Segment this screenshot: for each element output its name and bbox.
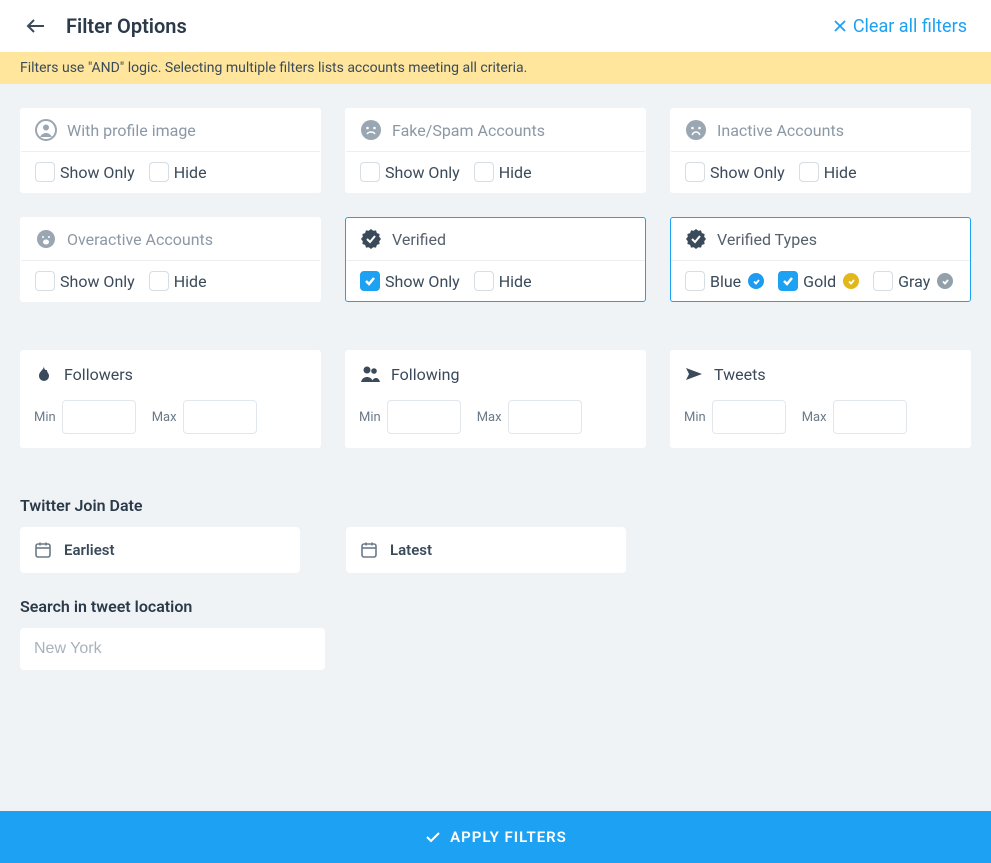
- checkbox-hide[interactable]: Hide: [149, 162, 207, 182]
- latest-label: Latest: [390, 541, 432, 559]
- checkbox-show-only[interactable]: Show Only: [685, 162, 785, 182]
- card-head: Fake/Spam Accounts: [346, 109, 645, 152]
- checkbox-gold[interactable]: Gold: [778, 271, 859, 291]
- location-section-title: Search in tweet location: [0, 573, 991, 628]
- card-head: Overactive Accounts: [21, 218, 320, 261]
- gold-verified-icon: [843, 273, 859, 289]
- checkbox-show-only[interactable]: Show Only: [35, 162, 135, 182]
- card-following: Following Min Max: [345, 350, 646, 448]
- back-arrow-icon[interactable]: [24, 14, 48, 38]
- earliest-date-picker[interactable]: Earliest: [20, 527, 300, 573]
- card-body: Show Only Hide: [346, 261, 645, 301]
- join-date-section-title: Twitter Join Date: [0, 472, 991, 527]
- card-body: Show Only Hide: [346, 152, 645, 192]
- card-overactive: Overactive Accounts Show Only Hide: [20, 217, 321, 302]
- fire-icon: [34, 364, 54, 384]
- card-verified-types: Verified Types Blue Gold Gray: [670, 217, 971, 302]
- metric-title: Followers: [64, 365, 133, 384]
- clear-filters-button[interactable]: Clear all filters: [833, 16, 967, 37]
- metric-title: Tweets: [714, 365, 766, 384]
- checkbox-blue[interactable]: Blue: [685, 271, 764, 291]
- gray-verified-icon: [937, 273, 953, 289]
- card-profile-image: With profile image Show Only Hide: [20, 108, 321, 193]
- users-icon: [359, 364, 381, 384]
- card-title: Fake/Spam Accounts: [392, 121, 545, 140]
- tweets-min-input[interactable]: [712, 400, 786, 434]
- person-circle-icon: [35, 119, 57, 141]
- following-min-input[interactable]: [387, 400, 461, 434]
- calendar-icon: [360, 541, 378, 559]
- location-search-input[interactable]: [20, 628, 325, 670]
- checkbox-hide[interactable]: Hide: [474, 162, 532, 182]
- metric-title: Following: [391, 365, 459, 384]
- card-body: Show Only Hide: [21, 261, 320, 301]
- notice-bar: Filters use "AND" logic. Selecting multi…: [0, 52, 991, 84]
- card-body: Show Only Hide: [671, 152, 970, 192]
- page-title: Filter Options: [66, 14, 187, 38]
- checkbox-hide[interactable]: Hide: [799, 162, 857, 182]
- calendar-icon: [34, 541, 52, 559]
- frown-face-icon: [360, 119, 382, 141]
- send-icon: [684, 364, 704, 384]
- card-title: Verified Types: [717, 230, 817, 249]
- apply-filters-label: APPLY FILTERS: [450, 828, 567, 846]
- verified-badge-icon: [685, 228, 707, 250]
- verified-badge-icon: [360, 228, 382, 250]
- card-title: With profile image: [67, 121, 196, 140]
- card-head: Verified Types: [671, 218, 970, 261]
- followers-max-input[interactable]: [183, 400, 257, 434]
- card-title: Overactive Accounts: [67, 230, 213, 249]
- card-tweets: Tweets Min Max: [670, 350, 971, 448]
- following-max-input[interactable]: [508, 400, 582, 434]
- card-body: Blue Gold Gray: [671, 261, 970, 301]
- checkbox-show-only[interactable]: Show Only: [360, 271, 460, 291]
- checkbox-show-only[interactable]: Show Only: [35, 271, 135, 291]
- metric-cards-grid: Followers Min Max Following Min Max Twee…: [0, 326, 991, 472]
- header-left: Filter Options: [24, 14, 187, 38]
- sad-face-icon: [685, 119, 707, 141]
- header: Filter Options Clear all filters: [0, 0, 991, 52]
- checkbox-gray[interactable]: Gray: [873, 271, 953, 291]
- followers-min-input[interactable]: [62, 400, 136, 434]
- card-followers: Followers Min Max: [20, 350, 321, 448]
- loud-face-icon: [35, 228, 57, 250]
- card-verified: Verified Show Only Hide: [345, 217, 646, 302]
- card-inactive: Inactive Accounts Show Only Hide: [670, 108, 971, 193]
- blue-verified-icon: [748, 273, 764, 289]
- card-head: With profile image: [21, 109, 320, 152]
- card-head: Verified: [346, 218, 645, 261]
- card-fake-spam: Fake/Spam Accounts Show Only Hide: [345, 108, 646, 193]
- checkbox-hide[interactable]: Hide: [474, 271, 532, 291]
- earliest-label: Earliest: [64, 541, 115, 559]
- clear-filters-label: Clear all filters: [853, 16, 967, 37]
- card-title: Inactive Accounts: [717, 121, 844, 140]
- latest-date-picker[interactable]: Latest: [346, 527, 626, 573]
- card-body: Show Only Hide: [21, 152, 320, 192]
- card-title: Verified: [392, 230, 446, 249]
- checkbox-hide[interactable]: Hide: [149, 271, 207, 291]
- apply-filters-button[interactable]: APPLY FILTERS: [0, 811, 991, 863]
- tweets-max-input[interactable]: [833, 400, 907, 434]
- join-date-grid: Earliest Latest: [0, 527, 991, 573]
- card-head: Inactive Accounts: [671, 109, 970, 152]
- checkbox-show-only[interactable]: Show Only: [360, 162, 460, 182]
- filter-cards-grid: With profile image Show Only Hide Fake/S…: [0, 84, 991, 326]
